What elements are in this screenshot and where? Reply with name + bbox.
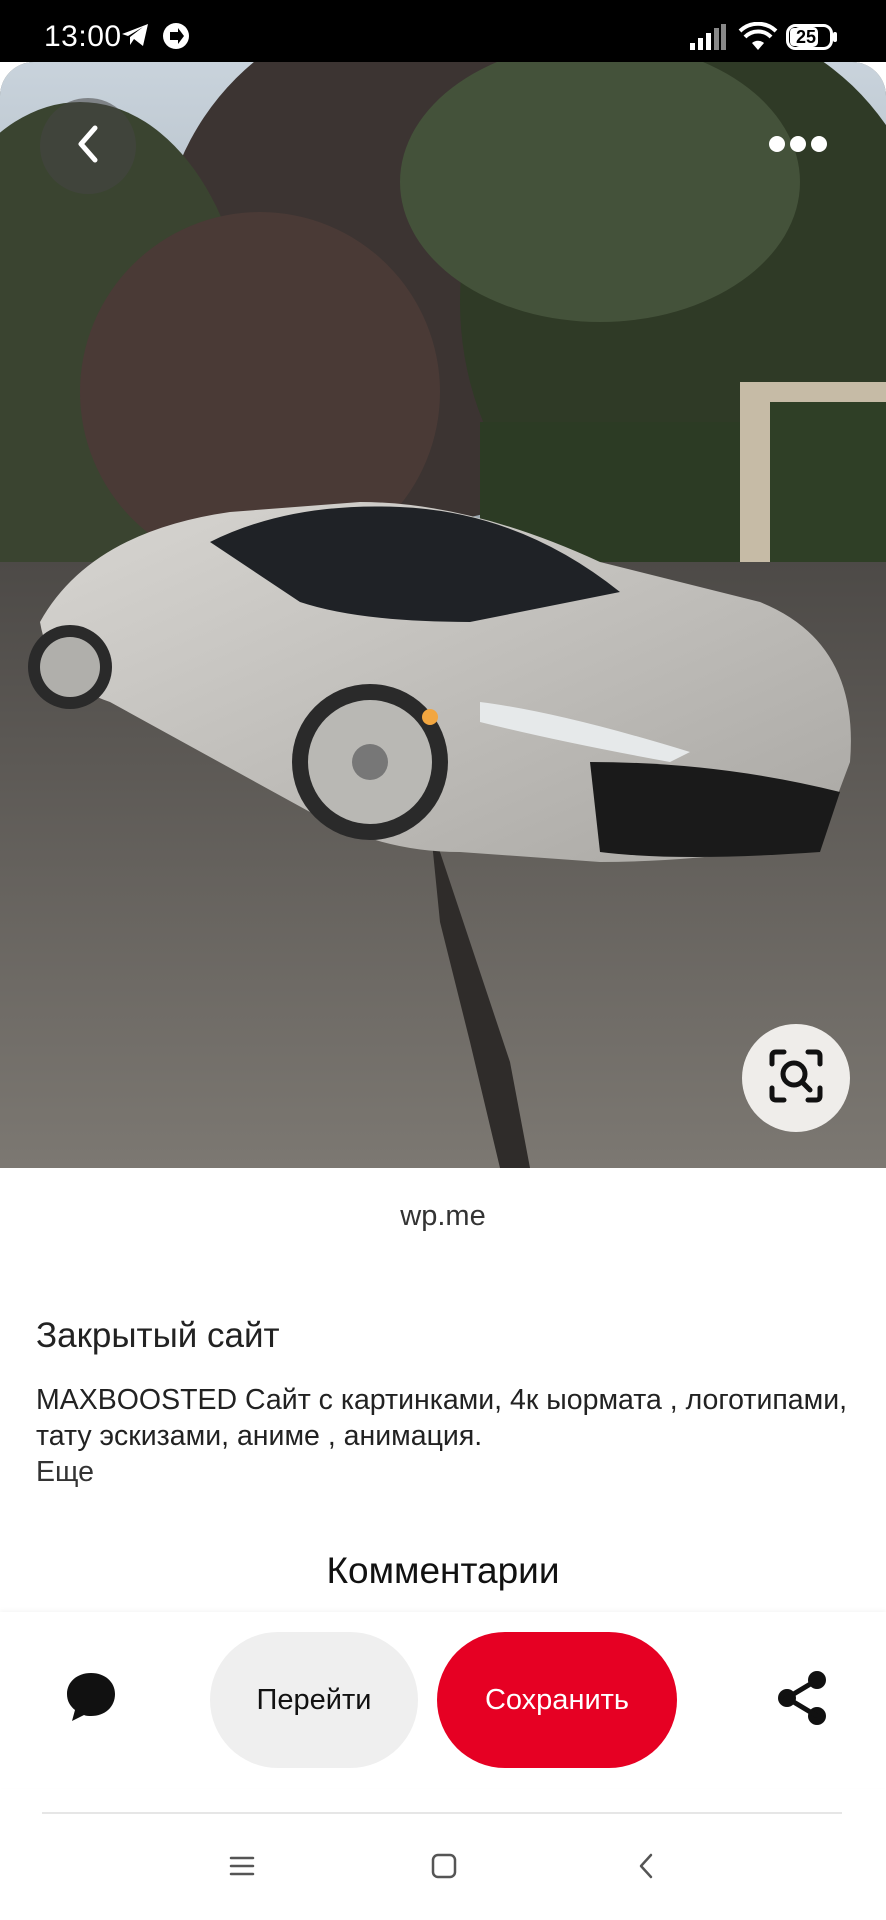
signal-icon xyxy=(690,24,726,55)
save-button[interactable]: Сохранить xyxy=(437,1632,677,1768)
telegram-icon xyxy=(120,22,150,53)
square-icon xyxy=(431,1853,457,1884)
status-bar: 13:00 25 xyxy=(0,0,886,62)
more-options-button[interactable] xyxy=(750,98,846,194)
visit-button[interactable]: Перейти xyxy=(210,1632,418,1768)
pin-image[interactable] xyxy=(0,62,886,1168)
back-button[interactable] xyxy=(40,98,136,194)
home-button[interactable] xyxy=(424,1848,464,1888)
comment-button[interactable] xyxy=(56,1664,126,1734)
system-nav-bar xyxy=(0,1814,886,1920)
system-back-button[interactable] xyxy=(626,1848,666,1888)
recents-button[interactable] xyxy=(222,1848,262,1888)
comment-bubble-icon xyxy=(64,1670,118,1729)
action-bar: Перейти Сохранить xyxy=(0,1612,886,1788)
visual-search-button[interactable] xyxy=(742,1024,850,1132)
car-photo xyxy=(0,62,886,1168)
visual-search-icon xyxy=(768,1048,824,1109)
menu-lines-icon xyxy=(229,1855,255,1882)
show-more-link[interactable]: Еще xyxy=(36,1456,94,1489)
chevron-left-icon xyxy=(73,124,103,169)
status-time: 13:00 xyxy=(44,20,122,53)
pin-title: Закрытый сайт xyxy=(36,1316,280,1355)
wifi-icon xyxy=(738,21,778,57)
more-dots-icon xyxy=(768,135,828,158)
pin-description: MAXBOOSTED Сайт с картинками, 4к ыормата… xyxy=(36,1384,848,1452)
source-domain-link[interactable]: wp.me xyxy=(0,1200,886,1233)
share-button[interactable] xyxy=(770,1668,834,1732)
share-icon xyxy=(775,1670,829,1731)
notification-app-icon xyxy=(162,22,190,55)
battery-level: 25 xyxy=(794,27,819,47)
chevron-left-icon xyxy=(637,1853,655,1884)
comments-heading: Комментарии xyxy=(326,1550,560,1591)
